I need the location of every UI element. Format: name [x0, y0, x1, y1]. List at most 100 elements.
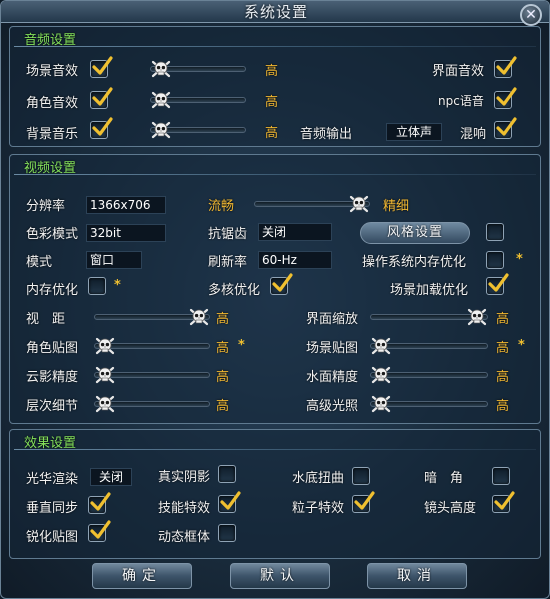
left-slider-label: 视 距 [26, 312, 66, 327]
skull-slider-knob-icon[interactable] [94, 393, 116, 415]
skull-slider-knob-icon[interactable] [188, 306, 210, 328]
antialias-select[interactable]: 关闭 [258, 223, 332, 241]
right-quality-slider[interactable] [370, 308, 488, 326]
checkmark-icon [90, 492, 111, 511]
right-slider-label: 界面缩放 [306, 312, 359, 327]
scene-sound-label: 场景音效 [26, 64, 79, 79]
right-slider-label: 水面精度 [306, 370, 359, 385]
skull-slider-knob-icon[interactable] [150, 58, 172, 80]
scene-sound-checkbox[interactable] [90, 56, 113, 78]
right-slider-value: 高 [496, 370, 510, 385]
skull-slider-knob-icon[interactable] [94, 364, 116, 386]
left-slider-value: 高 [216, 399, 230, 414]
left-slider-star: * [238, 338, 245, 353]
antialias-label: 抗锯齿 [208, 227, 248, 242]
cancel-button[interactable]: 取消 [367, 563, 467, 589]
right-slider-label: 场景贴图 [306, 341, 359, 356]
default-button[interactable]: 默认 [230, 563, 330, 589]
os-memory-opt-star: * [516, 252, 523, 267]
scene-load-opt-checkbox[interactable] [486, 273, 509, 295]
checkmark-icon [92, 56, 113, 75]
skull-slider-knob-icon[interactable] [370, 364, 392, 386]
audio-output-select[interactable]: 立体声 [386, 123, 442, 141]
role-sound-level: 高 [265, 95, 279, 110]
vignette-label: 暗 角 [424, 471, 464, 486]
skull-slider-knob-icon[interactable] [370, 335, 392, 357]
reverb-checkbox[interactable] [494, 117, 517, 139]
skill-fx-checkbox[interactable] [218, 491, 241, 513]
skull-slider-knob-icon[interactable] [348, 193, 370, 215]
style-settings-button[interactable]: 风格设置 [360, 222, 470, 244]
camera-height-label: 镜头高度 [424, 501, 477, 516]
real-shadow-label: 真实阴影 [158, 470, 211, 485]
scene-sound-slider[interactable] [150, 60, 246, 78]
dynamic-border-checkbox[interactable] [218, 524, 236, 542]
sharpen-checkbox[interactable] [88, 520, 111, 542]
reverb-label: 混响 [460, 127, 487, 142]
right-slider-value: 高 [496, 399, 510, 414]
camera-height-checkbox[interactable] [492, 491, 515, 513]
window-mode-select[interactable]: 窗口 [86, 251, 142, 269]
skull-slider-knob-icon[interactable] [150, 119, 172, 141]
ok-button[interactable]: 确定 [92, 563, 192, 589]
left-slider-label: 层次细节 [26, 399, 79, 414]
scene-load-opt-label: 场景加载优化 [390, 283, 469, 298]
quality-slider[interactable] [254, 195, 370, 213]
skull-slider-knob-icon[interactable] [370, 393, 392, 415]
scene-sound-level: 高 [265, 64, 279, 79]
left-quality-slider[interactable] [94, 395, 210, 413]
particle-fx-label: 粒子特效 [292, 501, 345, 516]
refresh-rate-label: 刷新率 [208, 255, 248, 270]
vsync-checkbox[interactable] [88, 492, 111, 514]
checkmark-icon [354, 491, 375, 510]
role-sound-checkbox[interactable] [90, 87, 113, 109]
role-sound-slider[interactable] [150, 91, 246, 109]
system-settings-window: 系统设置 ✕ 音频设置 场景音效 高 角色音效 高 背景音乐 高 音频输出 立体… [0, 0, 550, 599]
color-mode-select[interactable]: 32bit [86, 224, 166, 242]
close-icon[interactable]: ✕ [520, 4, 542, 26]
divider [14, 449, 536, 450]
style-checkbox[interactable] [486, 223, 504, 241]
refresh-rate-select[interactable]: 60-Hz [258, 251, 332, 269]
bg-music-checkbox[interactable] [90, 117, 113, 139]
left-quality-slider[interactable] [94, 337, 210, 355]
bloom-select[interactable]: 关闭 [90, 468, 132, 486]
multicore-checkbox[interactable] [270, 273, 293, 295]
right-slider-value: 高 [496, 341, 510, 356]
right-quality-slider[interactable] [370, 337, 488, 355]
underwater-checkbox[interactable] [352, 467, 370, 485]
left-slider-label: 云影精度 [26, 370, 79, 385]
memory-opt-checkbox[interactable] [88, 277, 106, 295]
role-sound-label: 角色音效 [26, 96, 79, 111]
skull-slider-knob-icon[interactable] [150, 89, 172, 111]
window-title: 系统设置 [243, 3, 308, 21]
ui-sound-checkbox[interactable] [494, 56, 517, 78]
vignette-checkbox[interactable] [492, 467, 510, 485]
right-quality-slider[interactable] [370, 395, 488, 413]
quality-high-label: 精细 [383, 199, 410, 214]
npc-voice-checkbox[interactable] [494, 87, 517, 109]
checkmark-icon [90, 520, 111, 539]
left-slider-value: 高 [216, 341, 230, 356]
dynamic-border-label: 动态框体 [158, 530, 211, 545]
left-slider-value: 高 [216, 370, 230, 385]
left-quality-slider[interactable] [94, 366, 210, 384]
left-slider-value: 高 [216, 312, 230, 327]
right-quality-slider[interactable] [370, 366, 488, 384]
bg-music-level: 高 [265, 126, 279, 141]
npc-voice-label: npc语音 [438, 94, 484, 108]
left-quality-slider[interactable] [94, 308, 210, 326]
audio-settings-panel: 音频设置 场景音效 高 角色音效 高 背景音乐 高 音频输出 立体声 界面音效 … [9, 26, 541, 147]
checkmark-icon [92, 117, 113, 136]
quality-low-label: 流畅 [208, 199, 235, 214]
skull-slider-knob-icon[interactable] [94, 335, 116, 357]
audio-output-label: 音频输出 [300, 127, 353, 142]
particle-fx-checkbox[interactable] [352, 491, 375, 513]
os-memory-opt-checkbox[interactable] [486, 251, 504, 269]
bg-music-slider[interactable] [150, 121, 246, 139]
skull-slider-knob-icon[interactable] [466, 306, 488, 328]
left-slider-label: 角色贴图 [26, 341, 79, 356]
title-bar[interactable]: 系统设置 [1, 1, 549, 23]
real-shadow-checkbox[interactable] [218, 465, 236, 483]
resolution-select[interactable]: 1366x706 [86, 196, 166, 214]
